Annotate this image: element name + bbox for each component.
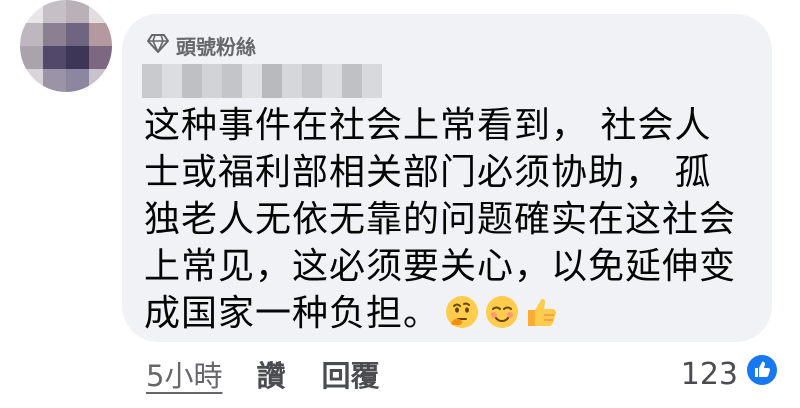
comment-container: 頭號粉絲 这种事件在社会上常看到， 社会人 士或福利部相关部门必须协助， 孤独老人…: [0, 0, 800, 408]
like-icon: [746, 354, 778, 394]
comment-line: 这种事件在社会上常看到， 社会人: [144, 105, 712, 146]
commenter-name-blurred[interactable]: [142, 64, 382, 98]
comment-line: 士或福利部相关部门必须协助， 孤: [144, 152, 712, 193]
comment-actions: 5小時 讚 回覆: [146, 352, 379, 396]
avatar[interactable]: [20, 0, 112, 92]
comment-line: 独老人无依无靠的问题確实在这社会: [144, 199, 737, 240]
comment-line: 成国家一种负担。: [144, 293, 441, 334]
diamond-icon: [146, 31, 170, 60]
thinking-face-emoji: [444, 294, 480, 330]
badge-label: 頭號粉絲: [176, 34, 256, 59]
smiling-face-emoji: [484, 294, 520, 330]
comment-text: 这种事件在社会上常看到， 社会人 士或福利部相关部门必须协助， 孤独老人无依无靠的…: [144, 102, 754, 337]
like-button[interactable]: 讚: [256, 353, 285, 395]
comment-bubble: 頭號粉絲 这种事件在社会上常看到， 社会人 士或福利部相关部门必须协助， 孤独老人…: [122, 14, 772, 342]
top-fan-badge[interactable]: 頭號粉絲: [146, 30, 256, 60]
timestamp-link[interactable]: 5小時: [146, 353, 222, 395]
reaction-summary[interactable]: 123: [681, 352, 778, 396]
reply-button[interactable]: 回覆: [321, 353, 379, 395]
thumbs-up-emoji: [524, 294, 560, 330]
reaction-count: 123: [680, 356, 738, 392]
comment-line: 上常见，这必须要关心，以免延伸变: [144, 246, 737, 287]
